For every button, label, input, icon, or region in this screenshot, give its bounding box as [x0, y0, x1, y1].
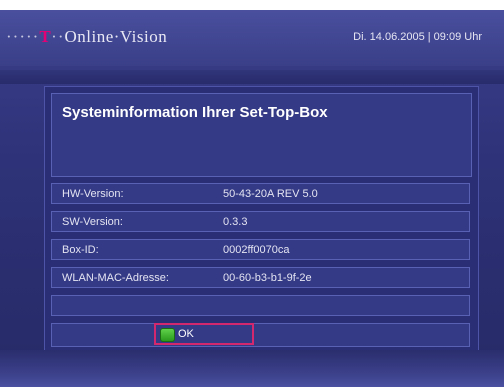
date-time-display: Di. 14.06.2005 | 09:09 Uhr [353, 31, 482, 43]
system-info-panel: Systeminformation Ihrer Set-Top-Box HW-V… [44, 86, 479, 351]
info-value: 50-43-20A REV 5.0 [223, 188, 318, 200]
page-title: Systeminformation Ihrer Set-Top-Box [62, 104, 328, 121]
footer-bar [0, 350, 504, 387]
ok-button[interactable]: OK [154, 323, 254, 345]
button-row: OK [51, 323, 470, 347]
info-label: WLAN-MAC-Adresse: [62, 272, 169, 284]
tv-screen: ·····T··Online·Vision Di. 14.06.2005 | 0… [0, 10, 504, 387]
info-row-hw-version: HW-Version: 50-43-20A REV 5.0 [51, 183, 470, 204]
info-value: 0.3.3 [223, 216, 248, 228]
logo-text: Online·Vision [64, 27, 168, 46]
header-bar: ·····T··Online·Vision Di. 14.06.2005 | 0… [0, 10, 504, 66]
info-row-sw-version: SW-Version: 0.3.3 [51, 211, 470, 232]
logo-t-mark: T [39, 27, 52, 46]
title-box: Systeminformation Ihrer Set-Top-Box [51, 93, 472, 177]
logo-separator: ·· [51, 27, 65, 46]
info-row-empty [51, 295, 470, 316]
info-label: Box-ID: [62, 244, 99, 256]
info-value: 00-60-b3-b1-9f-2e [223, 272, 312, 284]
info-label: HW-Version: [62, 188, 124, 200]
info-row-wlan-mac: WLAN-MAC-Adresse: 00-60-b3-b1-9f-2e [51, 267, 470, 288]
info-row-box-id: Box-ID: 0002ff0070ca [51, 239, 470, 260]
logo-dots: ····· [6, 27, 40, 46]
t-online-vision-logo: ·····T··Online·Vision [6, 27, 167, 47]
header-divider-band [0, 70, 504, 84]
green-square-icon [160, 328, 175, 342]
info-label: SW-Version: [62, 216, 123, 228]
info-value: 0002ff0070ca [223, 244, 290, 256]
ok-button-label: OK [178, 328, 194, 340]
